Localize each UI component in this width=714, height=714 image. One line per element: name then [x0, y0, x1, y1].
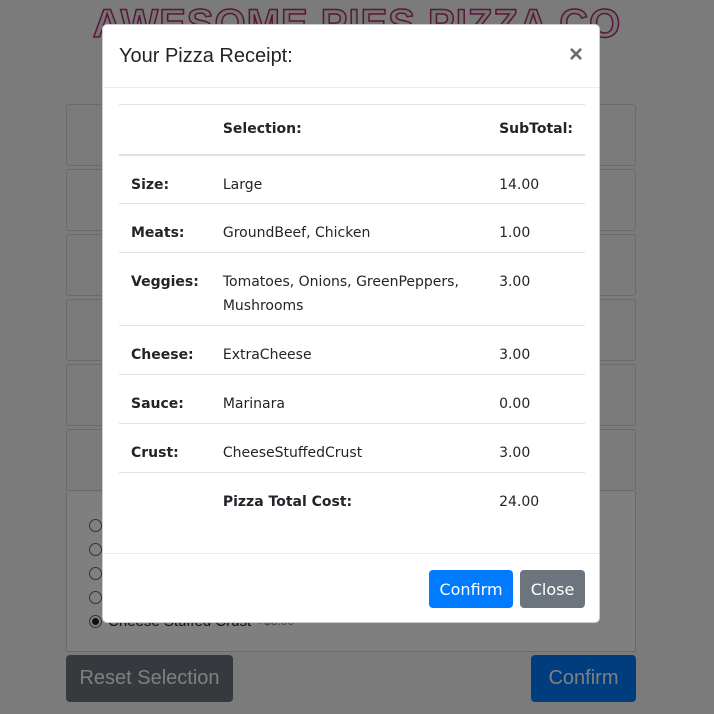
row-label: Crust:: [131, 445, 179, 461]
table-row: Meats: GroundBeef, Chicken 1.00: [119, 203, 585, 253]
close-icon[interactable]: ×: [569, 43, 583, 67]
row-subtotal: 1.00: [499, 225, 531, 241]
row-selection: GroundBeef, Chicken: [222, 225, 371, 241]
row-selection: ExtraCheese: [222, 347, 312, 363]
receipt-table: Selection: SubTotal: Size: Large 14.00 M…: [119, 104, 585, 522]
header-subtotal: SubTotal:: [499, 121, 573, 138]
close-button[interactable]: Close: [520, 570, 585, 608]
table-row: Veggies: Tomatoes, Onions, GreenPeppers,…: [119, 252, 585, 326]
modal-footer: Confirm Close: [103, 553, 599, 622]
row-subtotal: 0.00: [499, 396, 531, 412]
row-label: Sauce:: [131, 396, 184, 412]
table-row: Cheese: ExtraCheese 3.00: [119, 325, 585, 375]
row-label: Cheese:: [131, 347, 194, 363]
row-subtotal: 3.00: [499, 445, 531, 461]
modal-title: Your Pizza Receipt:: [119, 45, 293, 67]
total-label: Pizza Total Cost:: [222, 494, 353, 510]
total-empty-cell: [119, 473, 211, 522]
total-row: Pizza Total Cost: 24.00: [119, 472, 585, 522]
header-category: [119, 105, 211, 155]
table-row: Crust: CheeseStuffedCrust 3.00: [119, 423, 585, 473]
row-label: Veggies:: [131, 274, 199, 290]
table-row: Sauce: Marinara 0.00: [119, 374, 585, 424]
table-row: Size: Large 14.00: [119, 155, 585, 204]
header-selection: Selection:: [222, 121, 302, 138]
modal-header: Your Pizza Receipt: ×: [103, 25, 599, 88]
total-value: 24.00: [499, 494, 540, 510]
row-label: Size:: [131, 176, 170, 193]
row-selection: Large: [222, 176, 263, 193]
row-subtotal: 14.00: [499, 176, 540, 193]
confirm-button[interactable]: Confirm: [429, 570, 513, 608]
row-label: Meats:: [131, 225, 185, 241]
receipt-modal: Your Pizza Receipt: × Selection: SubTota…: [102, 24, 600, 623]
row-selection: Tomatoes, Onions, GreenPeppers, Mushroom…: [222, 274, 459, 314]
row-subtotal: 3.00: [499, 274, 531, 290]
row-selection: CheeseStuffedCrust: [222, 445, 363, 461]
table-header-row: Selection: SubTotal:: [119, 104, 585, 155]
row-subtotal: 3.00: [499, 347, 531, 363]
row-selection: Marinara: [222, 396, 285, 412]
